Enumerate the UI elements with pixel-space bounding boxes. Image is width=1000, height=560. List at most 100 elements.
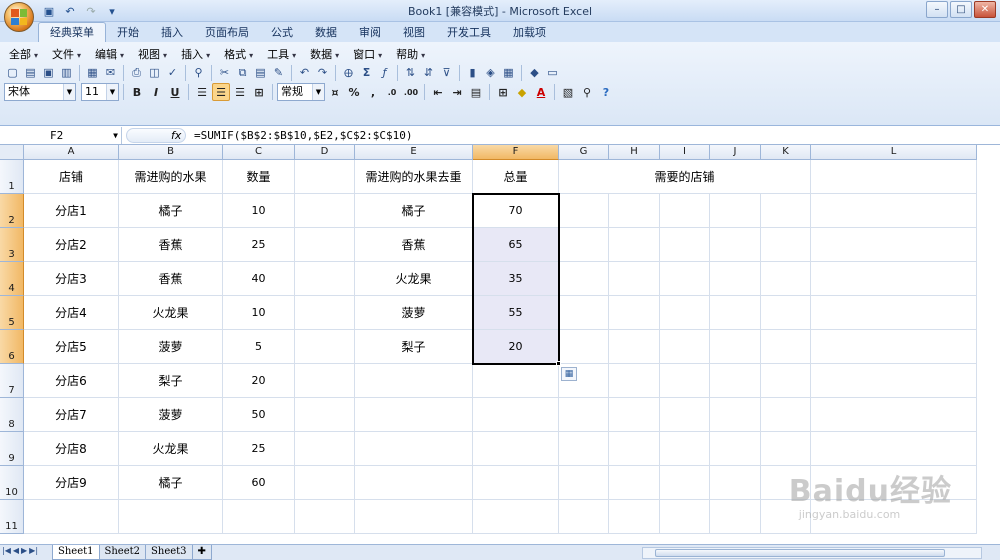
dedup-fruit-cell[interactable]: 香蕉 (355, 228, 473, 262)
empty-cell[interactable] (660, 194, 710, 228)
dedup-fruit-cell[interactable]: 梨子 (355, 330, 473, 364)
empty-cell[interactable] (710, 398, 761, 432)
empty-cell[interactable] (473, 398, 559, 432)
empty-cell[interactable] (609, 330, 660, 364)
qty-cell[interactable]: 60 (223, 466, 295, 500)
empty-cell[interactable] (660, 330, 710, 364)
empty-cell[interactable] (660, 228, 710, 262)
empty-cell[interactable] (609, 364, 660, 398)
percent-icon[interactable]: % (345, 83, 363, 101)
spelling-icon[interactable]: ✓ (164, 64, 181, 81)
row-header[interactable]: 10 (0, 466, 24, 500)
ribbon-tab[interactable]: 开始 (106, 24, 150, 42)
qty-cell[interactable]: 10 (223, 194, 295, 228)
fruit-cell[interactable]: 菠萝 (119, 330, 223, 364)
store-cell[interactable]: 分店2 (24, 228, 119, 262)
empty-cell[interactable] (660, 364, 710, 398)
empty-cell[interactable] (609, 398, 660, 432)
formula-input[interactable]: =SUMIF($B$2:$B$10,$E2,$C$2:$C$10) (194, 127, 413, 144)
font-name-select[interactable]: 宋体 ▼ (4, 83, 76, 101)
dedup-fruit-cell[interactable]: 火龙果 (355, 262, 473, 296)
sheet-tab[interactable]: Sheet1 (52, 545, 100, 560)
empty-cell[interactable] (295, 262, 355, 296)
research-icon[interactable]: ⚲ (190, 64, 207, 81)
qty-cell[interactable]: 20 (223, 364, 295, 398)
maximize-button[interactable]: □ (950, 1, 972, 18)
empty-cell[interactable] (355, 466, 473, 500)
minimize-button[interactable]: – (926, 1, 948, 18)
picture-icon[interactable]: ▧ (559, 83, 577, 101)
number-format-select[interactable]: 常规 ▼ (277, 83, 325, 101)
empty-cell[interactable] (761, 432, 811, 466)
permission-icon[interactable]: ▥ (58, 64, 75, 81)
email-icon[interactable]: ✉ (102, 64, 119, 81)
auto-fill-options-icon[interactable]: ▦ (561, 367, 577, 381)
fruit-cell[interactable]: 梨子 (119, 364, 223, 398)
empty-cell[interactable] (710, 296, 761, 330)
header-cell-fruit[interactable]: 需进购的水果 (119, 160, 223, 194)
empty-cell[interactable] (811, 330, 977, 364)
bold-button[interactable]: B (128, 83, 146, 101)
insert-function-button[interactable]: fx (126, 128, 186, 143)
chart-icon[interactable]: ▮ (464, 64, 481, 81)
row-header[interactable]: 3 (0, 228, 24, 262)
store-cell[interactable]: 分店6 (24, 364, 119, 398)
empty-cell[interactable] (609, 262, 660, 296)
menu-item[interactable]: 窗口 ▾ (348, 45, 387, 63)
underline-button[interactable]: U (166, 83, 184, 101)
fruit-cell[interactable]: 香蕉 (119, 228, 223, 262)
column-header[interactable]: J (710, 145, 761, 160)
qty-cell[interactable]: 50 (223, 398, 295, 432)
autosum-icon[interactable]: Σ (358, 64, 375, 81)
function-icon[interactable]: ƒ (376, 64, 393, 81)
store-cell[interactable]: 分店9 (24, 466, 119, 500)
empty-cell[interactable] (710, 466, 761, 500)
folder-icon[interactable]: ▭ (544, 64, 561, 81)
fruit-cell[interactable]: 火龙果 (119, 432, 223, 466)
row-header[interactable]: 1 (0, 160, 24, 194)
empty-cell[interactable] (811, 262, 977, 296)
empty-cell[interactable] (609, 466, 660, 500)
empty-cell[interactable] (473, 466, 559, 500)
empty-cell[interactable] (559, 466, 609, 500)
ribbon-tab[interactable]: 审阅 (348, 24, 392, 42)
pdf-icon[interactable]: ▦ (84, 64, 101, 81)
empty-cell[interactable] (710, 330, 761, 364)
store-cell[interactable]: 分店5 (24, 330, 119, 364)
menu-item[interactable]: 工具 ▾ (262, 45, 301, 63)
empty-cell[interactable] (710, 262, 761, 296)
empty-cell[interactable] (559, 296, 609, 330)
column-header[interactable]: D (295, 145, 355, 160)
row-header[interactable]: 11 (0, 500, 24, 534)
empty-cell[interactable] (660, 262, 710, 296)
increase-decimal-icon[interactable]: .0 (383, 83, 401, 101)
empty-cell[interactable] (559, 398, 609, 432)
fruit-cell[interactable]: 菠萝 (119, 398, 223, 432)
empty-cell[interactable] (295, 160, 355, 194)
align-right-icon[interactable]: ☰ (231, 83, 249, 101)
column-header[interactable]: A (24, 145, 119, 160)
empty-cell[interactable] (355, 500, 473, 534)
fill-color-icon[interactable]: ◆ (513, 83, 531, 101)
ribbon-tab[interactable]: 数据 (304, 24, 348, 42)
empty-cell[interactable] (710, 364, 761, 398)
empty-cell[interactable] (473, 432, 559, 466)
total-cell[interactable]: 65 (473, 228, 559, 262)
empty-cell[interactable] (761, 296, 811, 330)
empty-cell[interactable] (609, 228, 660, 262)
menu-item[interactable]: 全部 ▾ (4, 45, 43, 63)
store-cell[interactable]: 分店4 (24, 296, 119, 330)
sheet-tab[interactable]: Sheet3 (145, 545, 193, 560)
ribbon-tab[interactable]: 页面布局 (194, 24, 260, 42)
empty-cell[interactable] (660, 296, 710, 330)
prev-sheet-icon[interactable]: ◀ (13, 546, 19, 555)
currency-icon[interactable]: ¤ (326, 83, 344, 101)
empty-cell[interactable] (761, 330, 811, 364)
empty-cell[interactable] (295, 466, 355, 500)
merge-center-icon[interactable]: ⊞ (250, 83, 268, 101)
zoom-icon[interactable]: ⚲ (578, 83, 596, 101)
row-header[interactable]: 9 (0, 432, 24, 466)
fruit-cell[interactable]: 橘子 (119, 194, 223, 228)
empty-cell[interactable] (811, 160, 977, 194)
header-cell-store[interactable]: 店铺 (24, 160, 119, 194)
